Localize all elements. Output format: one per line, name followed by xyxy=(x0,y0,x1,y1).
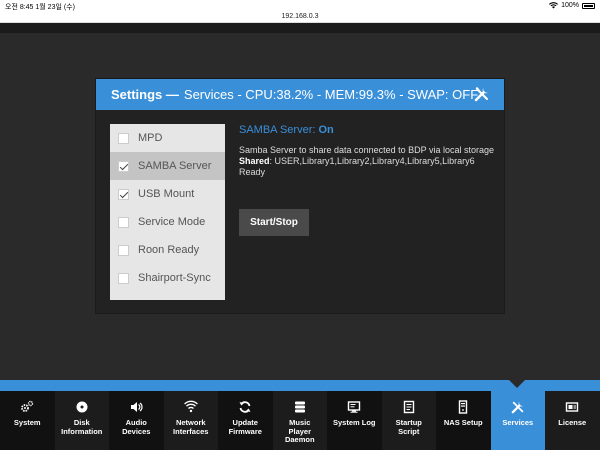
battery-percent: 100% xyxy=(561,2,579,9)
url-bar[interactable]: 192.168.0.3 xyxy=(0,12,600,23)
panel-title: Settings — xyxy=(111,87,179,102)
shared-label: Shared xyxy=(239,156,270,166)
status-time: 오전 8:45 1월 23일 (수) xyxy=(5,4,75,11)
nav-label: Startup Script xyxy=(395,418,422,436)
nav-system-log[interactable]: System Log xyxy=(327,391,382,450)
checkbox-checked[interactable] xyxy=(118,160,129,172)
nav-audio-devices[interactable]: Audio Devices xyxy=(109,391,164,450)
service-label: USB Mount xyxy=(138,188,195,200)
nav-label: Network Interfaces xyxy=(173,418,209,436)
service-title: SAMBA Server: On xyxy=(239,124,497,137)
database-icon xyxy=(294,401,305,413)
status-right: 100% xyxy=(549,2,595,9)
service-label: Roon Ready xyxy=(138,244,200,256)
nav-label: System Log xyxy=(332,418,376,427)
license-icon xyxy=(566,402,579,412)
nav-services[interactable]: Services xyxy=(490,391,545,450)
nav-label: Disk Information xyxy=(61,418,103,436)
start-stop-button[interactable]: Start/Stop xyxy=(239,209,309,236)
service-item-samba[interactable]: SAMBA Server xyxy=(110,152,225,180)
tools-icon[interactable] xyxy=(474,86,490,102)
service-item-service-mode[interactable]: Service Mode xyxy=(110,208,225,236)
nav-system[interactable]: System xyxy=(0,391,55,450)
nav-label: NAS Setup xyxy=(443,418,483,427)
service-item-shairport-sync[interactable]: Shairport-Sync xyxy=(110,264,225,292)
checkbox[interactable] xyxy=(118,216,129,228)
nav-label: Music Player Daemon xyxy=(284,418,315,444)
tools-icon xyxy=(511,401,523,414)
service-item-usb-mount[interactable]: USB Mount xyxy=(110,180,225,208)
service-state: On xyxy=(318,124,334,136)
nav-disk-information[interactable]: Disk Information xyxy=(54,391,109,450)
service-label: Shairport-Sync xyxy=(138,272,211,284)
service-detail: SAMBA Server: On Samba Server to share d… xyxy=(239,124,497,178)
service-shared: Shared: USER,Library1,Library2,Library4,… xyxy=(239,156,497,167)
panel-subtitle: Services - CPU:38.2% - MEM:99.3% - SWAP:… xyxy=(183,87,479,102)
nav-network-interfaces[interactable]: Network Interfaces xyxy=(163,391,218,450)
nav-license[interactable]: License xyxy=(545,391,600,450)
monitor-icon xyxy=(348,401,361,413)
service-label: Service Mode xyxy=(138,216,206,228)
bottom-nav: System Disk Information Audio Devices Ne… xyxy=(0,391,600,450)
wifi-icon xyxy=(183,400,198,413)
ios-status-bar: 오전 8:45 1월 23일 (수) 100% xyxy=(0,0,600,12)
top-strip xyxy=(0,23,600,33)
gears-icon xyxy=(21,400,34,412)
refresh-icon xyxy=(239,401,251,413)
nav-nas-setup[interactable]: NAS Setup xyxy=(436,391,491,450)
nav-label: License xyxy=(558,418,587,427)
service-item-roon-ready[interactable]: Roon Ready xyxy=(110,236,225,264)
nav-label: Services xyxy=(502,418,534,427)
nav-label: Update Firmware xyxy=(228,418,262,436)
nav-startup-script[interactable]: Startup Script xyxy=(381,391,436,450)
service-status: Ready xyxy=(239,167,266,177)
nav-label: System xyxy=(13,418,41,427)
service-item-mpd[interactable]: MPD xyxy=(110,124,225,152)
checkbox[interactable] xyxy=(118,132,129,144)
script-icon xyxy=(403,400,414,414)
service-label: MPD xyxy=(138,132,163,144)
checkbox[interactable] xyxy=(118,244,129,256)
active-tab-notch xyxy=(509,380,525,388)
battery-icon xyxy=(582,2,595,9)
settings-panel: Settings — Services - CPU:38.2% - MEM:99… xyxy=(95,78,505,314)
service-label: SAMBA Server xyxy=(138,160,212,172)
wifi-status-icon xyxy=(549,2,559,9)
service-name: SAMBA Server: xyxy=(239,124,316,136)
disk-icon xyxy=(76,401,88,413)
server-icon xyxy=(459,400,468,414)
speaker-icon xyxy=(131,402,143,412)
nav-music-player-daemon[interactable]: Music Player Daemon xyxy=(272,391,327,450)
checkbox-checked[interactable] xyxy=(118,188,129,200)
nav-update-firmware[interactable]: Update Firmware xyxy=(218,391,273,450)
service-description: Samba Server to share data connected to … xyxy=(239,145,494,155)
services-list: MPD SAMBA Server USB Mount Service Mode … xyxy=(110,124,225,300)
checkbox[interactable] xyxy=(118,272,129,284)
nav-label: Audio Devices xyxy=(122,418,151,436)
shared-value: : USER,Library1,Library2,Library4,Librar… xyxy=(269,156,475,166)
panel-header: Settings — Services - CPU:38.2% - MEM:99… xyxy=(96,79,504,110)
